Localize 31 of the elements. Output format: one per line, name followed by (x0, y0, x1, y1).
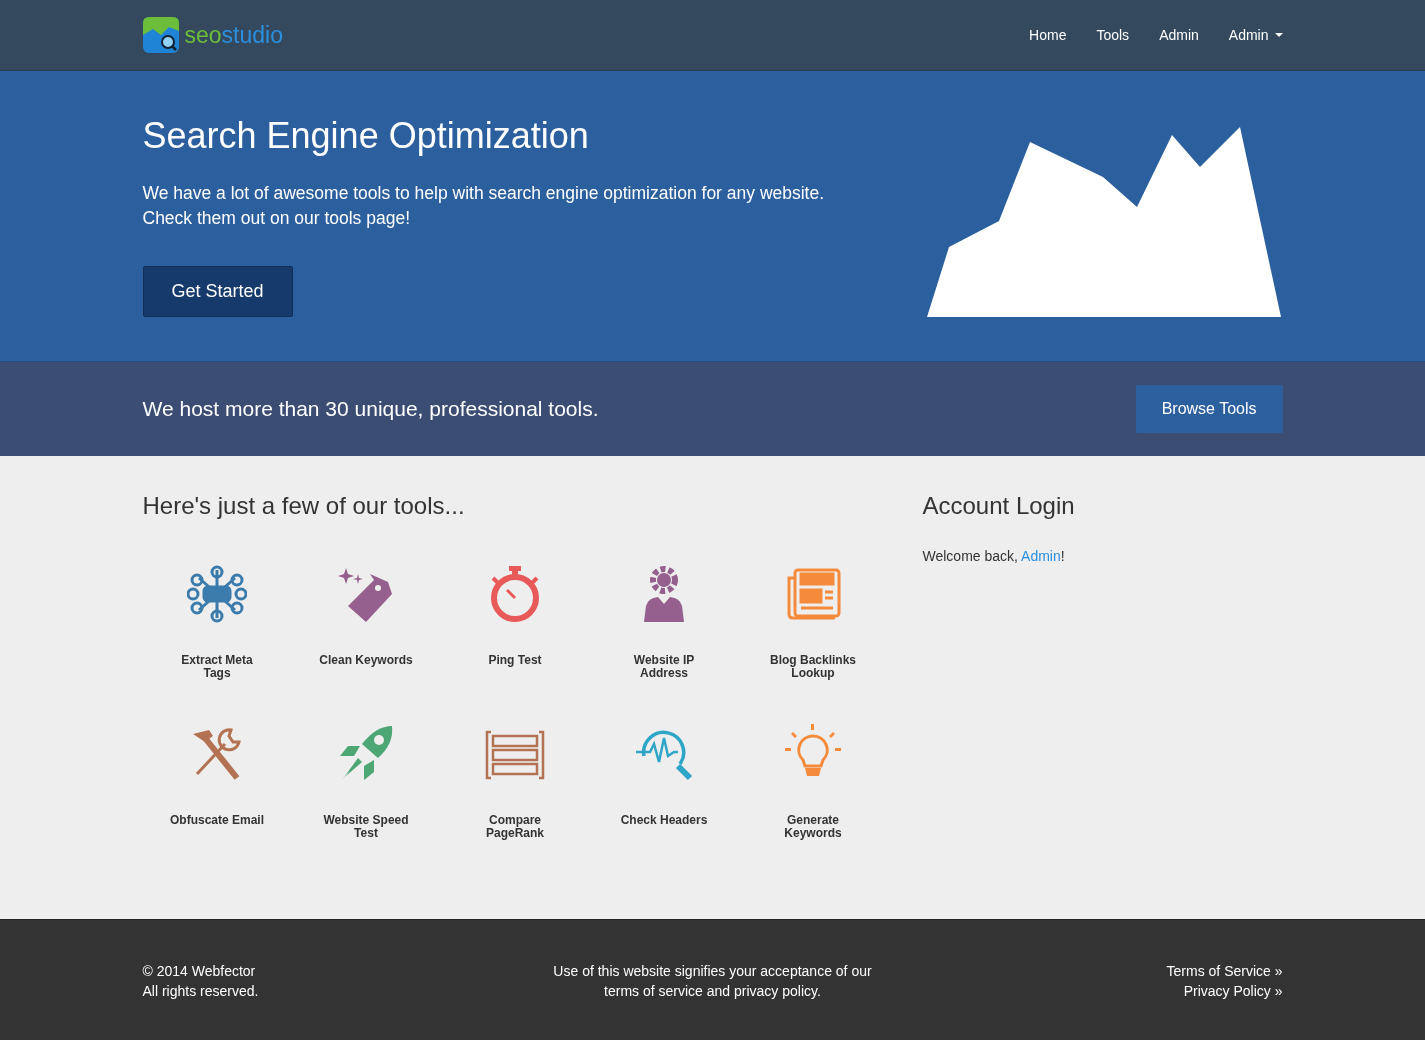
hero-title: Search Engine Optimization (142, 115, 590, 157)
tool-label[interactable]: Extract Meta Tags (167, 654, 267, 680)
copyright-text: © 2014 Webfector All rights reserved. (142, 962, 259, 1001)
logo-icon (142, 17, 179, 53)
footer-link[interactable]: Terms of Service » (1166, 961, 1283, 981)
login-heading: Account Login (922, 492, 1075, 520)
footer-link[interactable]: Privacy Policy » (1183, 981, 1283, 1001)
tools-heading: Here's just a few of our tools... (142, 492, 466, 520)
tool-label[interactable]: Blog Backlinks Lookup (763, 654, 863, 680)
tool-label[interactable]: Generate Keywords (763, 814, 863, 840)
hero-description: We have a lot of awesome tools to help with search engine optimization for any website. Check them out on our tools page! (142, 182, 825, 230)
caret-icon (1274, 33, 1283, 37)
tool-label[interactable]: Website IP Address (614, 654, 714, 680)
brand-name[interactable]: seostudio (184, 21, 283, 49)
browse-tools-button[interactable]: Browse Tools (1135, 385, 1283, 433)
tool-label[interactable]: Clean Keywords (316, 654, 416, 667)
tool-label[interactable]: Ping Test (465, 654, 565, 667)
mountain-chart-icon (926, 127, 1283, 317)
terms-notice: Use of this website signifies your acceptance of our terms of service and privacy policy. (553, 962, 872, 1001)
tool-label[interactable]: Website Speed Test (316, 814, 416, 840)
tool-label[interactable]: Compare PageRank (465, 814, 565, 840)
tool-label[interactable]: Obfuscate Email (167, 814, 267, 827)
nav-dropdown[interactable]: Admin (1213, 27, 1283, 43)
nav-link[interactable]: Home (1014, 27, 1082, 43)
welcome-text: Welcome back, Admin! (922, 548, 1066, 564)
nav-link[interactable]: Admin (1144, 27, 1214, 43)
nav-link[interactable]: Tools (1081, 27, 1145, 43)
band-text: We host more than 30 unique, professional tools. (142, 397, 599, 421)
get-started-button[interactable]: Get Started (142, 266, 293, 317)
tool-label[interactable]: Check Headers (614, 814, 714, 827)
network-seo-icon[interactable] (187, 564, 247, 624)
